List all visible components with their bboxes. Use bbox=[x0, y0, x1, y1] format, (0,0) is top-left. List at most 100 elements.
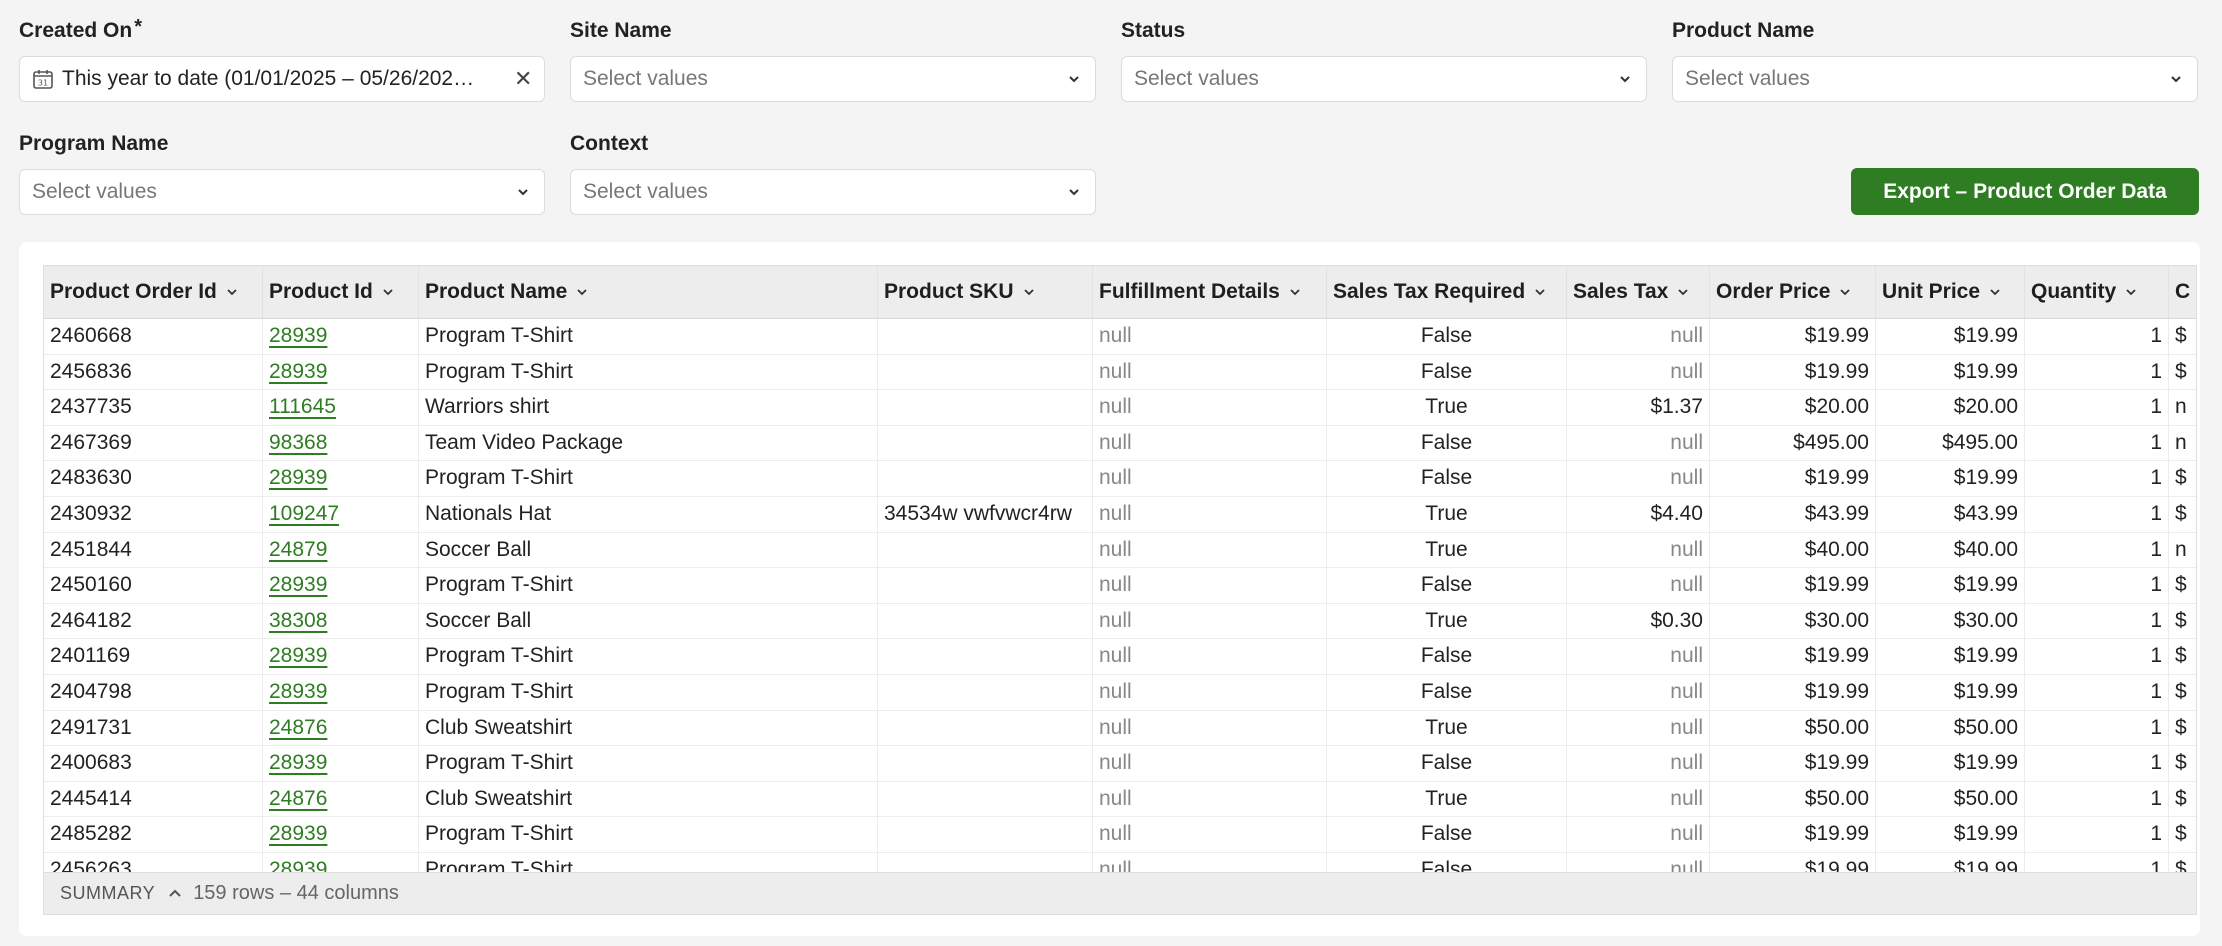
sort-chevron-icon[interactable] bbox=[1533, 285, 1547, 299]
table-cell-c: $ bbox=[2169, 817, 2196, 852]
column-header-fulfillment-details[interactable]: Fulfillment Details bbox=[1093, 266, 1327, 318]
table-cell-unit-price: $40.00 bbox=[1876, 532, 2025, 568]
table-cell-product-id: 28939 bbox=[263, 639, 419, 674]
column-header-quantity[interactable]: Quantity bbox=[2025, 266, 2169, 318]
table-row[interactable]: 2401169 28939 Program T-Shirt null False null… bbox=[44, 639, 2196, 675]
table-row[interactable]: 2464182 38308 Soccer Ball null True $0.30 $30.… bbox=[44, 603, 2196, 640]
product-name-select[interactable]: Select values bbox=[1672, 56, 2198, 102]
chevron-up-icon[interactable] bbox=[167, 886, 183, 902]
table-cell-product-id: 28939 bbox=[263, 674, 419, 710]
table-cell-order-price: $19.99 bbox=[1710, 746, 1876, 781]
table-cell-product-order-id: 2401169 bbox=[44, 639, 263, 674]
product-id-link[interactable]: 28939 bbox=[269, 324, 327, 347]
table-cell-product-sku bbox=[878, 710, 1093, 746]
select-placeholder: Select values bbox=[1134, 67, 1259, 90]
product-id-link[interactable]: 24876 bbox=[269, 787, 327, 810]
status-select[interactable]: Select values bbox=[1121, 56, 1647, 102]
table-row[interactable]: 2467369 98368 Team Video Package null False n… bbox=[44, 425, 2196, 462]
table-cell-unit-price: $19.99 bbox=[1876, 461, 2025, 496]
product-id-link[interactable]: 28939 bbox=[269, 573, 327, 596]
filter-context: Context Select values bbox=[570, 129, 1096, 215]
table-row[interactable]: 2451844 24879 Soccer Ball null True null $40.0… bbox=[44, 532, 2196, 569]
column-header-c[interactable]: C bbox=[2169, 266, 2196, 318]
summary-label: SUMMARY bbox=[60, 883, 156, 903]
close-icon[interactable]: ✕ bbox=[514, 66, 532, 92]
column-header-label: Unit Price bbox=[1882, 280, 1981, 303]
product-id-link[interactable]: 111645 bbox=[269, 395, 336, 418]
table-row[interactable]: 2460668 28939 Program T-Shirt null False null… bbox=[44, 319, 2196, 355]
table-cell-unit-price: $19.99 bbox=[1876, 817, 2025, 852]
table-cell-fulfillment-details: null bbox=[1093, 781, 1327, 817]
filter-product-name: Product Name Select values bbox=[1672, 16, 2198, 102]
table-cell-sales-tax-required: False bbox=[1327, 425, 1567, 461]
table-row[interactable]: 2430932 109247 Nationals Hat 34534w vwfvwcr… bbox=[44, 496, 2196, 533]
table-cell-c: $ bbox=[2169, 746, 2196, 781]
table-cell-order-price: $19.99 bbox=[1710, 639, 1876, 674]
table-cell-unit-price: $495.00 bbox=[1876, 425, 2025, 461]
column-header-sales-tax[interactable]: Sales Tax bbox=[1567, 266, 1710, 318]
date-range-select[interactable]: 31 This year to date (01/01/2025 – 05/26… bbox=[19, 56, 545, 102]
column-header-order-price[interactable]: Order Price bbox=[1710, 266, 1876, 318]
table-cell-quantity: 1 bbox=[2025, 603, 2169, 639]
sort-chevron-icon[interactable] bbox=[1988, 285, 2002, 299]
table-cell-sales-tax-required: False bbox=[1327, 354, 1567, 390]
column-header-product-id[interactable]: Product Id bbox=[263, 266, 419, 318]
filter-label: Status bbox=[1121, 19, 1186, 42]
table-cell-sales-tax-required: False bbox=[1327, 639, 1567, 674]
context-select[interactable]: Select values bbox=[570, 169, 1096, 215]
table-cell-sales-tax-required: False bbox=[1327, 817, 1567, 852]
filter-label: Program Name bbox=[19, 132, 169, 155]
site-name-select[interactable]: Select values bbox=[570, 56, 1096, 102]
sort-chevron-icon[interactable] bbox=[1838, 285, 1852, 299]
table-cell-product-order-id: 2404798 bbox=[44, 674, 263, 710]
table-cell-unit-price: $19.99 bbox=[1876, 639, 2025, 674]
column-header-unit-price[interactable]: Unit Price bbox=[1876, 266, 2025, 318]
product-id-link[interactable]: 98368 bbox=[269, 431, 327, 454]
table-cell-c: $ bbox=[2169, 639, 2196, 674]
sort-chevron-icon[interactable] bbox=[2124, 285, 2138, 299]
table-row[interactable]: 2485282 28939 Program T-Shirt null False null… bbox=[44, 817, 2196, 853]
table-cell-sales-tax: null bbox=[1567, 639, 1710, 674]
chevron-down-icon bbox=[1620, 76, 1630, 83]
table-row[interactable]: 2437735 111645 Warriors shirt null True $1.37… bbox=[44, 390, 2196, 426]
table-row[interactable]: 2445414 24876 Club Sweatshirt null True null $… bbox=[44, 781, 2196, 818]
column-header-sales-tax-required[interactable]: Sales Tax Required bbox=[1327, 266, 1567, 318]
table-cell-product-order-id: 2467369 bbox=[44, 425, 263, 461]
table-cell-product-order-id: 2445414 bbox=[44, 781, 263, 817]
product-id-link[interactable]: 28939 bbox=[269, 751, 327, 774]
table-cell-sales-tax-required: False bbox=[1327, 674, 1567, 710]
table-cell-product-order-id: 2491731 bbox=[44, 710, 263, 746]
product-id-link[interactable]: 109247 bbox=[269, 502, 339, 525]
export-button[interactable]: Export – Product Order Data bbox=[1851, 168, 2199, 215]
select-placeholder: Select values bbox=[1685, 67, 1810, 90]
product-id-link[interactable]: 28939 bbox=[269, 644, 327, 667]
program-name-select[interactable]: Select values bbox=[19, 169, 545, 215]
table-row[interactable]: 2491731 24876 Club Sweatshirt null True null $… bbox=[44, 710, 2196, 747]
column-header-product-name[interactable]: Product Name bbox=[419, 266, 878, 318]
product-id-link[interactable]: 38308 bbox=[269, 609, 327, 632]
table-row[interactable]: 2404798 28939 Program T-Shirt null False null… bbox=[44, 674, 2196, 711]
column-header-product-order-id[interactable]: Product Order Id bbox=[44, 266, 263, 318]
sort-chevron-icon[interactable] bbox=[225, 285, 239, 299]
product-id-link[interactable]: 24879 bbox=[269, 538, 327, 561]
table-row[interactable]: 2400683 28939 Program T-Shirt null False null… bbox=[44, 746, 2196, 782]
product-id-link[interactable]: 28939 bbox=[269, 466, 327, 489]
sort-chevron-icon[interactable] bbox=[575, 285, 589, 299]
sort-chevron-icon[interactable] bbox=[1022, 285, 1036, 299]
sort-chevron-icon[interactable] bbox=[1288, 285, 1302, 299]
table-row[interactable]: 2450160 28939 Program T-Shirt null False null… bbox=[44, 568, 2196, 604]
table-row[interactable]: 2483630 28939 Program T-Shirt null False null… bbox=[44, 461, 2196, 497]
table-cell-c: $ bbox=[2169, 497, 2196, 532]
table-cell-unit-price: $30.00 bbox=[1876, 603, 2025, 639]
sort-chevron-icon[interactable] bbox=[381, 285, 395, 299]
product-id-link[interactable]: 28939 bbox=[269, 360, 327, 383]
column-header-product-sku[interactable]: Product SKU bbox=[878, 266, 1093, 318]
sort-chevron-icon[interactable] bbox=[1676, 285, 1690, 299]
table-cell-sales-tax: $1.37 bbox=[1567, 390, 1710, 425]
product-id-link[interactable]: 28939 bbox=[269, 822, 327, 845]
product-id-link[interactable]: 28939 bbox=[269, 680, 327, 703]
table-cell-product-name: Program T-Shirt bbox=[419, 568, 878, 603]
table-row[interactable]: 2456836 28939 Program T-Shirt null False null… bbox=[44, 354, 2196, 391]
table-cell-order-price: $20.00 bbox=[1710, 390, 1876, 425]
product-id-link[interactable]: 24876 bbox=[269, 716, 327, 739]
